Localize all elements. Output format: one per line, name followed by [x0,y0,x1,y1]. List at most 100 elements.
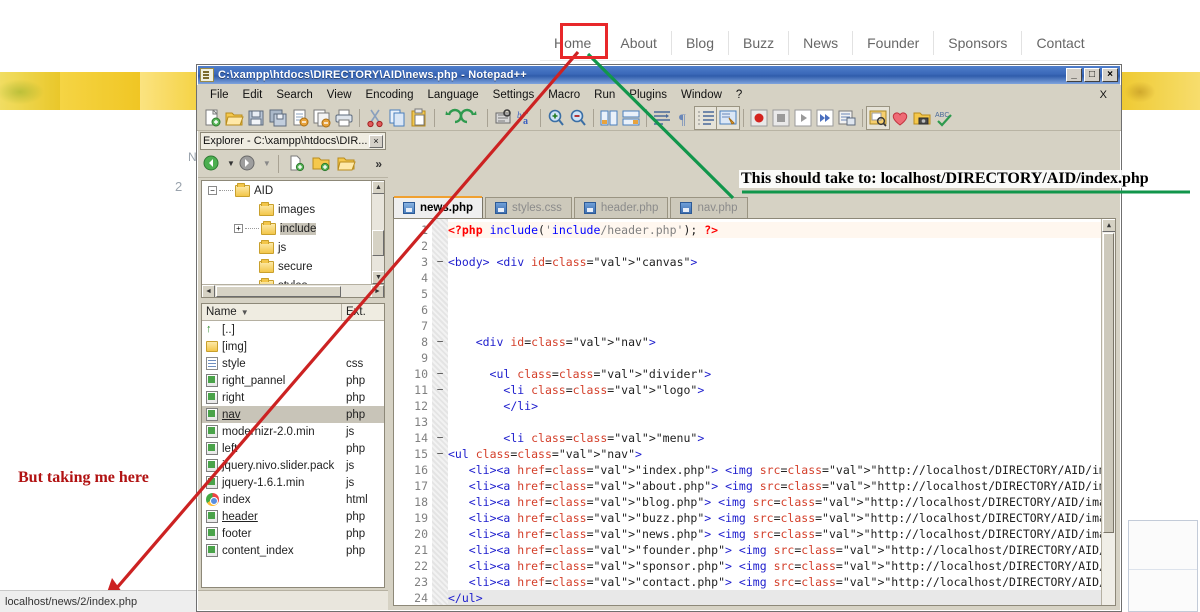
close-all-icon[interactable] [311,107,333,129]
nav-item-news[interactable]: News [789,31,854,55]
file-row[interactable]: right_pannel php [202,372,384,389]
fold-marker[interactable] [432,398,448,414]
fold-marker[interactable]: − [432,254,448,270]
tree-item-include[interactable]: + include [202,219,384,238]
close-button[interactable]: × [1102,68,1118,82]
nav-item-sponsors[interactable]: Sponsors [934,31,1023,55]
file-row[interactable]: index html [202,491,384,508]
fold-marker[interactable] [432,478,448,494]
fold-marker[interactable] [432,462,448,478]
tree-item-js[interactable]: js [202,238,384,257]
expand-icon[interactable]: + [234,224,243,233]
code-line[interactable]: <?php include('include/header.php'); ?> [448,222,1101,238]
code-line[interactable] [448,414,1101,430]
file-row[interactable]: ↑ [..] [202,321,384,338]
paste-icon[interactable] [408,107,430,129]
fold-marker[interactable] [432,286,448,302]
code-line[interactable]: <li><a href=class="val">"index.php"> <im… [448,462,1101,478]
forward-dropdown-icon[interactable]: ▼ [263,159,271,168]
file-list-rows[interactable]: ↑ [..] [img] style css right_pannel php right ph… [202,321,384,559]
site-top-navigation[interactable]: Home About Blog Buzz News Founder Sponsors Cont… [540,28,1100,58]
code-line[interactable] [448,350,1101,366]
code-line[interactable]: <ul class=class="val">"divider"> [448,366,1101,382]
nav-item-about[interactable]: About [606,31,672,55]
tree-scroll-down-button[interactable]: ▼ [372,271,384,284]
code-line[interactable] [448,286,1101,302]
file-list[interactable]: Name ▼ Ext. ↑ [..] [img] style css right_pann… [201,303,385,588]
menu-language[interactable]: Language [420,87,485,103]
menu-search[interactable]: Search [269,87,319,103]
menu-edit[interactable]: Edit [236,87,270,103]
document-tab-bar[interactable]: news.php styles.css header.php nav.php [389,196,1120,218]
fold-marker[interactable] [432,350,448,366]
sync-vertical-icon[interactable] [598,107,620,129]
tree-scroll-left-button[interactable]: ◄ [202,285,215,297]
code-line[interactable]: <li class=class="val">"menu"> [448,430,1101,446]
nav-item-founder[interactable]: Founder [853,31,935,55]
column-header-ext[interactable]: Ext. [342,304,384,320]
fold-marker[interactable]: − [432,430,448,446]
run-icon[interactable] [866,105,890,130]
fold-margin[interactable]: − − − − − − [432,219,448,605]
stop-macro-icon[interactable] [770,107,792,129]
find-icon[interactable] [492,107,514,129]
tree-item-secure[interactable]: secure [202,257,384,276]
fold-marker[interactable] [432,574,448,590]
nav-item-blog[interactable]: Blog [672,31,729,55]
menu-window[interactable]: Window [674,87,729,103]
menu-bar[interactable]: File Edit Search View Encoding Language Settin… [197,85,1121,105]
open-file-icon[interactable] [223,107,245,129]
tree-scroll-right-button[interactable]: ► [371,285,384,297]
menu-run[interactable]: Run [587,87,622,103]
editor-vscroll-thumb[interactable] [1103,233,1114,533]
undo-icon[interactable] [439,107,461,129]
fold-marker[interactable]: − [432,334,448,350]
menu-encoding[interactable]: Encoding [359,87,421,103]
code-line[interactable]: <li><a href=class="val">"blog.php"> <img… [448,494,1101,510]
code-line[interactable]: <li><a href=class="val">"news.php"> <img… [448,526,1101,542]
fold-marker[interactable] [432,510,448,526]
code-line[interactable] [448,302,1101,318]
column-header-name[interactable]: Name ▼ [202,304,342,320]
spellcheck-icon[interactable]: ABC [933,107,955,129]
code-line[interactable]: <ul class=class="val">"nav"> [448,446,1101,462]
menu-file[interactable]: File [203,87,236,103]
code-line[interactable] [448,238,1101,254]
fold-marker[interactable] [432,318,448,334]
file-row[interactable]: nav php [202,406,384,423]
tree-item-AID[interactable]: − AID [202,181,384,200]
file-row[interactable]: header php [202,508,384,525]
explorer-overflow-button[interactable]: » [375,157,384,171]
code-line[interactable]: <div id=class="val">"nav"> [448,334,1101,350]
save-all-icon[interactable] [267,107,289,129]
run-macro-multiple-icon[interactable] [814,107,836,129]
cut-icon[interactable] [364,107,386,129]
code-line[interactable]: <li><a href=class="val">"buzz.php"> <img… [448,510,1101,526]
file-row[interactable]: [img] [202,338,384,355]
toolbar[interactable]: ba ¶ ABC [197,105,1121,131]
file-row[interactable]: jquery.nivo.slider.pack js [202,457,384,474]
tree-item-images[interactable]: images [202,200,384,219]
file-list-header[interactable]: Name ▼ Ext. [202,304,384,321]
editor-vertical-scrollbar[interactable]: ▲ [1101,219,1115,605]
tree-vertical-scrollbar[interactable]: ▲ ▼ [371,181,384,284]
new-file-icon[interactable] [201,107,223,129]
code-text-area[interactable]: <?php include('include/header.php'); ?> <… [448,219,1101,605]
back-icon[interactable] [202,153,224,175]
code-line[interactable]: <li class=class="val">"logo"> [448,382,1101,398]
open-folder-icon[interactable] [336,153,358,175]
minimize-button[interactable]: _ [1066,68,1082,82]
directory-tree[interactable]: −AIDimages+includejssecurestyles ▲ ▼ ◄ ► [201,180,385,298]
fold-marker[interactable] [432,590,448,605]
fold-marker[interactable] [432,222,448,238]
fold-marker[interactable] [432,302,448,318]
code-line[interactable]: <li><a href=class="val">"contact.php"> <… [448,574,1101,590]
fold-marker[interactable]: − [432,366,448,382]
fold-marker[interactable] [432,414,448,430]
redo-icon[interactable] [461,107,483,129]
tree-hscroll-thumb[interactable] [216,286,341,297]
tab-news-php[interactable]: news.php [393,196,484,218]
print-icon[interactable] [333,107,355,129]
directory-tree-rows[interactable]: −AIDimages+includejssecurestyles [202,181,384,295]
code-line[interactable]: </ul> [448,590,1101,605]
